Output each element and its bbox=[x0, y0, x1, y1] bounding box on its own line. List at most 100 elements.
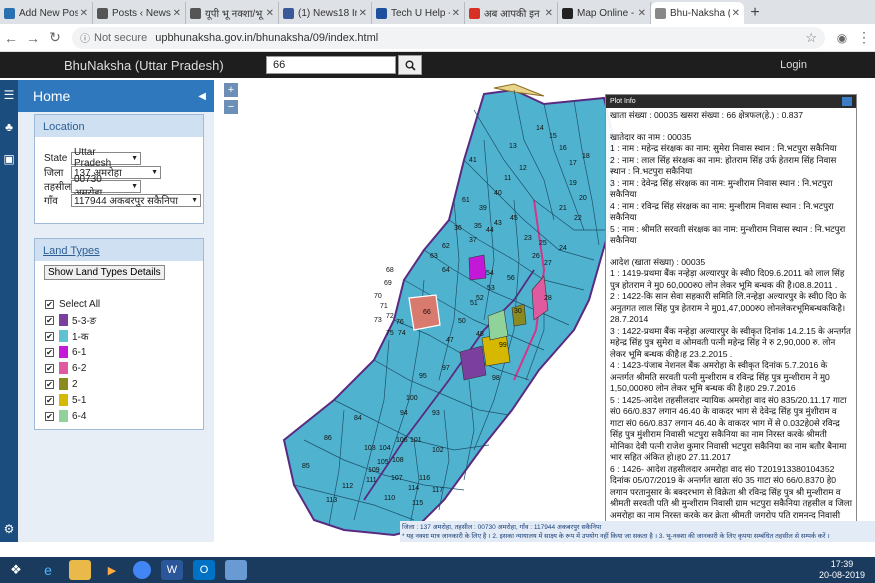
file-explorer-icon[interactable] bbox=[69, 560, 91, 580]
plot-number-label[interactable]: 103 bbox=[364, 445, 376, 452]
checkbox[interactable]: ✔ bbox=[45, 331, 54, 341]
plot-number-label[interactable]: 114 bbox=[408, 485, 419, 492]
plot-6-1[interactable] bbox=[468, 254, 487, 281]
plot-number-label[interactable]: 14 bbox=[536, 125, 544, 132]
url-text[interactable]: upbhunaksha.gov.in/bhunaksha/09/index.ht… bbox=[155, 32, 805, 44]
plot-5-3[interactable] bbox=[459, 345, 487, 381]
plot-number-label[interactable]: 44 bbox=[486, 227, 494, 234]
plot-number-label[interactable]: 101 bbox=[410, 437, 422, 444]
plot-number-label[interactable]: 35 bbox=[474, 223, 482, 230]
plot-number-label[interactable]: 40 bbox=[494, 190, 502, 197]
close-icon[interactable]: ✕ bbox=[266, 8, 274, 19]
plot-number-label[interactable]: 51 bbox=[470, 300, 478, 307]
plot-number-label[interactable]: 98 bbox=[492, 375, 500, 382]
search-button[interactable] bbox=[398, 55, 422, 75]
plot-number-label[interactable]: 43 bbox=[494, 220, 502, 227]
show-land-types-button[interactable]: Show Land Types Details bbox=[44, 265, 165, 280]
hamburger-menu-icon[interactable]: ☰ bbox=[0, 88, 18, 112]
plot-number-label[interactable]: 106 bbox=[396, 437, 408, 444]
plot-number-label[interactable]: 69 bbox=[384, 280, 392, 287]
close-icon[interactable]: ✕ bbox=[80, 8, 88, 19]
plot-number-label[interactable]: 105 bbox=[377, 459, 389, 466]
plot-number-label[interactable]: 66 bbox=[423, 309, 431, 316]
plot-number-label[interactable]: 12 bbox=[519, 165, 527, 172]
checkbox[interactable]: ✔ bbox=[45, 299, 54, 309]
village-select[interactable]: 117944 अकबरपुर सकैनिपा ▼ bbox=[71, 193, 201, 207]
plot-number-label[interactable]: 15 bbox=[549, 133, 557, 140]
plot-number-label[interactable]: 111 bbox=[366, 477, 377, 484]
plot-number-label[interactable]: 37 bbox=[469, 237, 477, 244]
close-icon[interactable]: ✕ bbox=[638, 8, 646, 19]
close-icon[interactable]: ✕ bbox=[173, 8, 181, 19]
plot-number-label[interactable]: 62 bbox=[442, 243, 450, 250]
tree-icon[interactable]: ♣ bbox=[0, 120, 18, 144]
plot-number-label[interactable]: 102 bbox=[432, 447, 444, 454]
reload-icon[interactable]: ↻ bbox=[44, 29, 66, 46]
plot-number-label[interactable]: 22 bbox=[574, 215, 582, 222]
plot-number-label[interactable]: 95 bbox=[419, 373, 427, 380]
plot-number-label[interactable]: 11 bbox=[504, 175, 511, 182]
plot-number-label[interactable]: 76 bbox=[396, 319, 404, 326]
plot-number-label[interactable]: 41 bbox=[469, 157, 477, 164]
plot-number-label[interactable]: 108 bbox=[392, 457, 404, 464]
legend-select-all[interactable]: ✔ Select All bbox=[45, 296, 205, 312]
browser-tab[interactable]: (1) News18 Ind✕ bbox=[279, 2, 372, 24]
browser-tab[interactable]: Add New Post ‹✕ bbox=[0, 2, 93, 24]
checkbox[interactable]: ✔ bbox=[45, 379, 54, 389]
home-header[interactable]: Home ◀ bbox=[18, 80, 214, 112]
internet-explorer-icon[interactable]: e bbox=[37, 560, 59, 580]
browser-tab[interactable]: यूपी भू नक्शा/भू ✕ bbox=[186, 2, 279, 24]
plot-number-label[interactable]: 115 bbox=[412, 500, 423, 507]
plot-number-label[interactable]: 26 bbox=[532, 253, 540, 260]
info-icon[interactable]: ⓘ bbox=[80, 30, 90, 45]
plot-number-label[interactable]: 61 bbox=[462, 197, 470, 204]
windows-start-icon[interactable]: ❖ bbox=[5, 560, 27, 580]
plot-number-label[interactable]: 70 bbox=[374, 293, 382, 300]
plot-number-label[interactable]: 63 bbox=[430, 253, 438, 260]
plot-number-label[interactable]: 110 bbox=[384, 495, 395, 502]
plot-number-label[interactable]: 50 bbox=[458, 318, 466, 325]
plot-number-label[interactable]: 13 bbox=[509, 143, 517, 150]
plot-number-label[interactable]: 21 bbox=[559, 205, 567, 212]
plot-number-label[interactable]: 20 bbox=[579, 195, 587, 202]
close-icon[interactable]: ✕ bbox=[359, 8, 367, 19]
plot-number-label[interactable]: 30 bbox=[514, 308, 522, 315]
plot-number-label[interactable]: 116 bbox=[419, 475, 430, 482]
plot-number-label[interactable]: 113 bbox=[326, 497, 337, 504]
profile-icon[interactable]: ◉ bbox=[831, 31, 853, 45]
plot-number-label[interactable]: 109 bbox=[368, 467, 380, 474]
login-link[interactable]: Login bbox=[780, 59, 807, 71]
chrome-icon[interactable] bbox=[133, 561, 151, 579]
plot-number-label[interactable]: 18 bbox=[582, 153, 590, 160]
plot-number-label[interactable]: 117 bbox=[432, 487, 443, 494]
plot-number-label[interactable]: 27 bbox=[544, 260, 552, 267]
plot-number-label[interactable]: 36 bbox=[454, 225, 462, 232]
plot-number-label[interactable]: 39 bbox=[479, 205, 487, 212]
plot-number-label[interactable]: 94 bbox=[400, 410, 408, 417]
plot-number-label[interactable]: 16 bbox=[559, 145, 567, 152]
plot-number-label[interactable]: 56 bbox=[507, 275, 515, 282]
word-icon[interactable]: W bbox=[161, 560, 183, 580]
outlook-icon[interactable]: O bbox=[193, 560, 215, 580]
collapse-chevron-icon[interactable]: ◀ bbox=[198, 91, 206, 102]
legend-item[interactable]: ✔ 5-3-ङ bbox=[45, 312, 205, 328]
plot-number-label[interactable]: 112 bbox=[342, 483, 353, 490]
legend-item[interactable]: ✔ 6-1 bbox=[45, 344, 205, 360]
plot-number-label[interactable]: 23 bbox=[524, 235, 532, 242]
plot-number-label[interactable]: 47 bbox=[446, 337, 454, 344]
back-arrow-icon[interactable]: ← bbox=[0, 30, 22, 46]
browser-tab[interactable]: अब आपकी इन ✕ bbox=[465, 2, 558, 24]
checkbox[interactable]: ✔ bbox=[45, 315, 54, 325]
state-select[interactable]: Uttar Pradesh ▼ bbox=[71, 147, 141, 169]
image-icon[interactable]: ▣ bbox=[0, 152, 18, 176]
plot-number-label[interactable]: 84 bbox=[354, 415, 362, 422]
plot-number-label[interactable]: 17 bbox=[569, 160, 577, 167]
gear-icon[interactable]: ⚙ bbox=[0, 522, 18, 536]
plot-number-label[interactable]: 53 bbox=[487, 285, 495, 292]
legend-item[interactable]: ✔ 6-4 bbox=[45, 408, 205, 424]
browser-tab[interactable]: Posts ‹ News18✕ bbox=[93, 2, 186, 24]
plot-number-label[interactable]: 72 bbox=[386, 313, 394, 320]
legend-item[interactable]: ✔ 2 bbox=[45, 376, 205, 392]
legend-item[interactable]: ✔ 6-2 bbox=[45, 360, 205, 376]
url-omnibox[interactable]: ⓘ Not secure upbhunaksha.gov.in/bhunaksh… bbox=[72, 26, 825, 49]
